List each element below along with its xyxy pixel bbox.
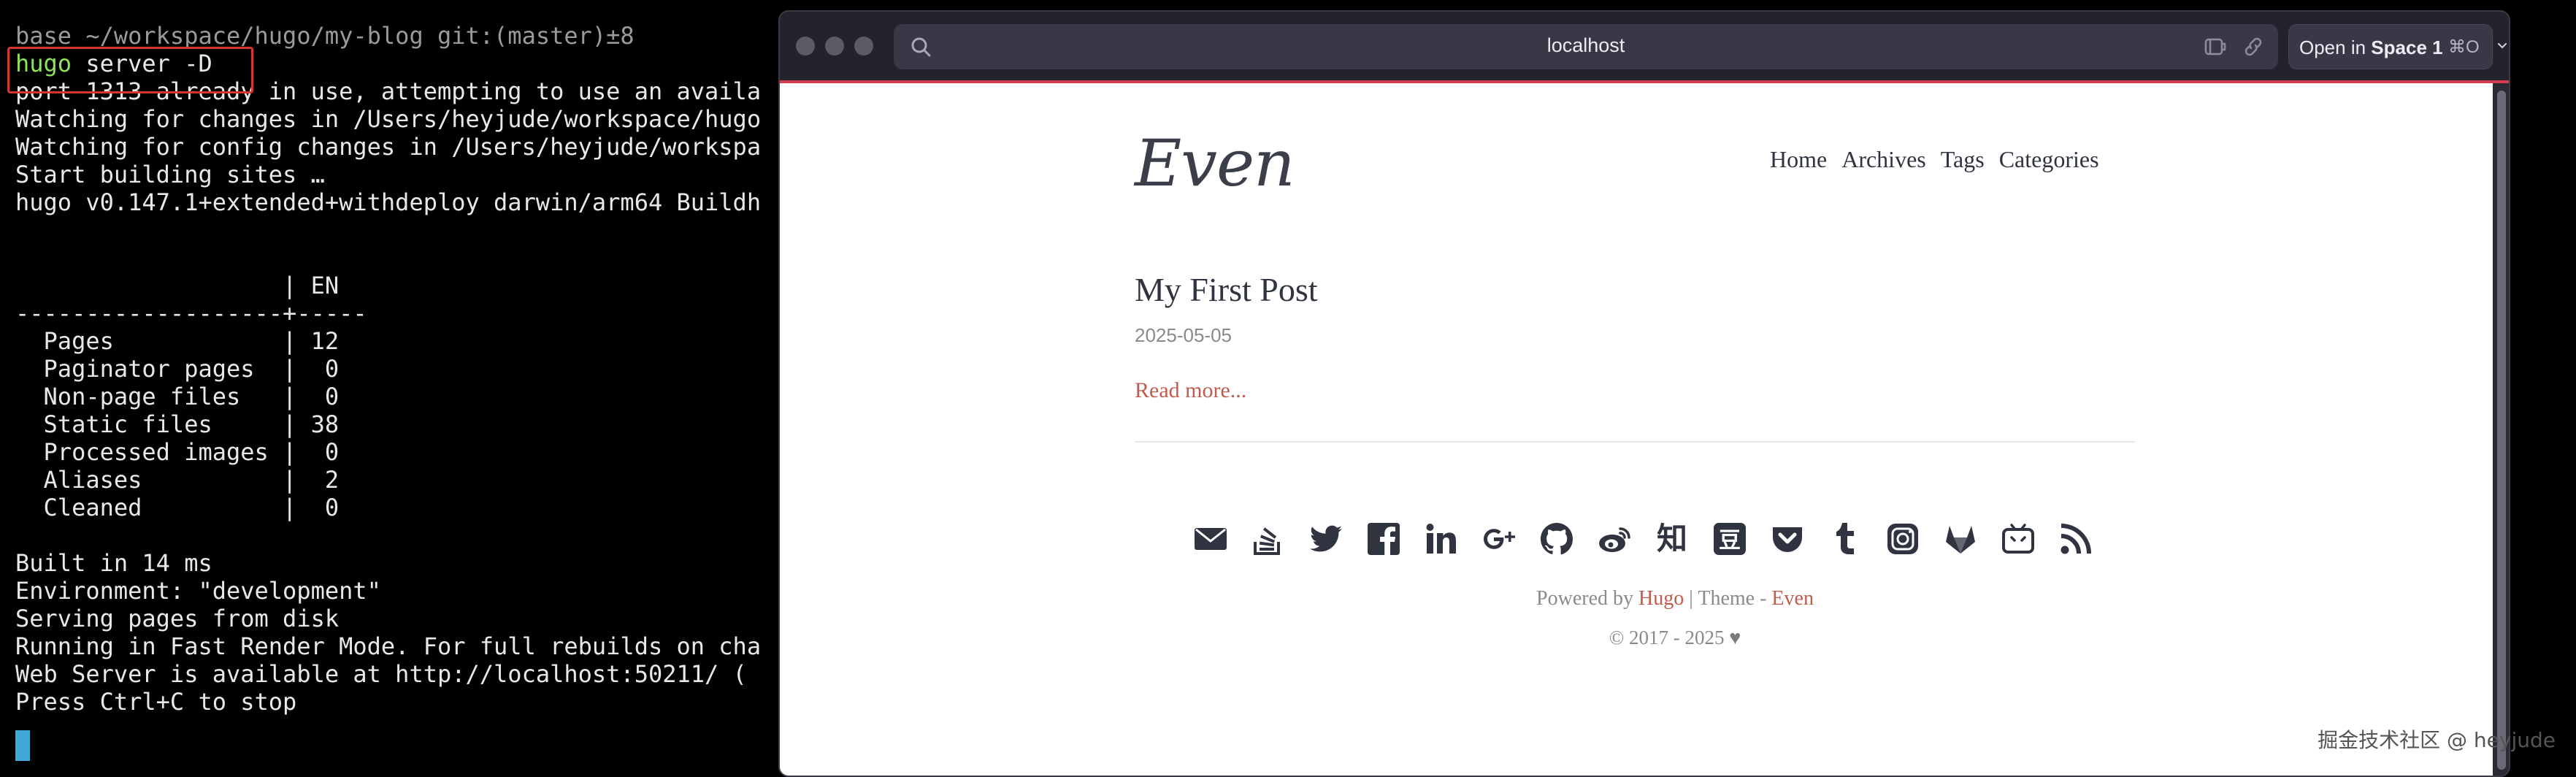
email-icon[interactable] <box>1192 520 1230 558</box>
terminal-window[interactable]: base ~/workspace/hugo/my-blog git:(maste… <box>0 0 780 768</box>
nav-archives[interactable]: Archives <box>1841 146 1926 173</box>
terminal-cursor[interactable] <box>15 730 30 761</box>
build-table-row: Processed images | 0 <box>15 438 340 466</box>
watermark: 掘金技术社区 @ heyjude <box>2318 728 2556 752</box>
build-table-row: Aliases | 2 <box>15 466 340 494</box>
theme-separator: | Theme - <box>1684 587 1772 610</box>
github-icon[interactable] <box>1538 520 1576 558</box>
build-table-row: Cleaned | 0 <box>15 494 340 521</box>
terminal-line: hugo v0.147.1+extended+withdeploy darwin… <box>15 188 762 216</box>
terminal-line: Environment: "development" <box>15 577 381 605</box>
address-bar[interactable]: localhost <box>894 24 2278 69</box>
read-more-link[interactable]: Read more... <box>1135 378 1246 403</box>
build-table-row: Non-page files | 0 <box>15 383 340 410</box>
command-highlight-box <box>7 47 253 93</box>
terminal-line: Running in Fast Render Mode. For full re… <box>15 632 762 660</box>
powered-by-text: Powered by <box>1536 587 1634 610</box>
copyright-text: © 2017 - 2025 <box>1609 627 1725 648</box>
open-in-space-button[interactable]: Open in Space 1 ⌘O <box>2288 24 2493 69</box>
instagram-icon[interactable] <box>1884 520 1922 558</box>
open-in-prefix: Open in <box>2299 37 2372 58</box>
nav-home[interactable]: Home <box>1770 146 1827 173</box>
site-settings-icon[interactable] <box>2204 36 2227 58</box>
terminal-line: Built in 14 ms <box>15 549 212 577</box>
terminal-line: Start building sites … <box>15 161 325 188</box>
bilibili-icon[interactable] <box>1999 520 2037 558</box>
linkedin-icon[interactable] <box>1422 520 1460 558</box>
weibo-icon[interactable] <box>1595 520 1633 558</box>
browser-window: localhost Open in Space 1 ⌘O Even Home A… <box>778 10 2510 777</box>
terminal-line: Watching for changes in /Users/heyjude/w… <box>15 105 762 133</box>
build-table-row: Paginator pages | 0 <box>15 355 340 383</box>
web-page: Even Home Archives Tags Categories My Fi… <box>780 83 2493 776</box>
page-scrollbar-thumb[interactable] <box>2497 91 2506 770</box>
rss-icon[interactable] <box>2057 520 2095 558</box>
post-title[interactable]: My First Post <box>1135 270 1318 309</box>
maximize-window-button[interactable] <box>854 37 873 56</box>
gitlab-icon[interactable] <box>1941 520 1979 558</box>
nav-tags[interactable]: Tags <box>1941 146 1985 173</box>
browser-titlebar: localhost Open in Space 1 ⌘O <box>780 12 2509 82</box>
post-date: 2025-05-05 <box>1135 324 1232 346</box>
post-divider <box>1135 441 2135 443</box>
theme-even-link[interactable]: Even <box>1771 587 1814 610</box>
minimize-window-button[interactable] <box>825 37 844 56</box>
terminal-line: Press Ctrl+C to stop <box>15 688 297 716</box>
stackoverflow-icon[interactable] <box>1249 520 1287 558</box>
site-logo[interactable]: Even <box>1135 126 1295 201</box>
url-text[interactable]: localhost <box>894 34 2278 57</box>
build-table-row: Pages | 12 <box>15 327 340 355</box>
heart-icon: ♥ <box>1729 627 1741 648</box>
terminal-line: Serving pages from disk <box>15 605 340 632</box>
google-plus-icon[interactable] <box>1480 520 1518 558</box>
footer-powered-by: Powered by Hugo | Theme - Even <box>819 587 2493 610</box>
terminal-output: base ~/workspace/hugo/my-blog git:(maste… <box>15 22 761 716</box>
build-table-row: Static files | 38 <box>15 410 340 438</box>
social-links: 知 豆 <box>1192 520 2095 558</box>
pocket-icon[interactable] <box>1768 520 1806 558</box>
build-table-header: | EN <box>15 272 340 299</box>
hugo-link[interactable]: Hugo <box>1638 587 1684 610</box>
douban-glyph: 豆 <box>1719 528 1741 554</box>
space-name: Space 1 <box>2371 37 2443 58</box>
twitter-icon[interactable] <box>1307 520 1345 558</box>
footer-copyright: © 2017 - 2025 ♥ <box>819 627 2493 649</box>
zhihu-glyph: 知 <box>1656 521 1687 556</box>
build-table-rule: -------------------+----- <box>15 299 367 327</box>
zhihu-icon[interactable]: 知 <box>1653 520 1691 558</box>
facebook-icon[interactable] <box>1365 520 1403 558</box>
close-window-button[interactable] <box>796 37 815 56</box>
open-in-space-label: Open in Space 1 <box>2299 37 2443 59</box>
chevron-down-icon[interactable] <box>2497 41 2507 51</box>
window-controls <box>796 37 873 56</box>
douban-icon[interactable]: 豆 <box>1711 520 1749 558</box>
copy-link-icon[interactable] <box>2242 36 2265 58</box>
terminal-prompt: base ~/workspace/hugo/my-blog git:(maste… <box>15 22 635 50</box>
open-space-shortcut: ⌘O <box>2448 37 2480 57</box>
terminal-line: Watching for config changes in /Users/he… <box>15 133 762 161</box>
terminal-line: Web Server is available at http://localh… <box>15 660 747 688</box>
nav-categories[interactable]: Categories <box>1999 146 2099 173</box>
site-nav: Home Archives Tags Categories <box>1770 146 2099 173</box>
tumblr-icon[interactable] <box>1826 520 1864 558</box>
